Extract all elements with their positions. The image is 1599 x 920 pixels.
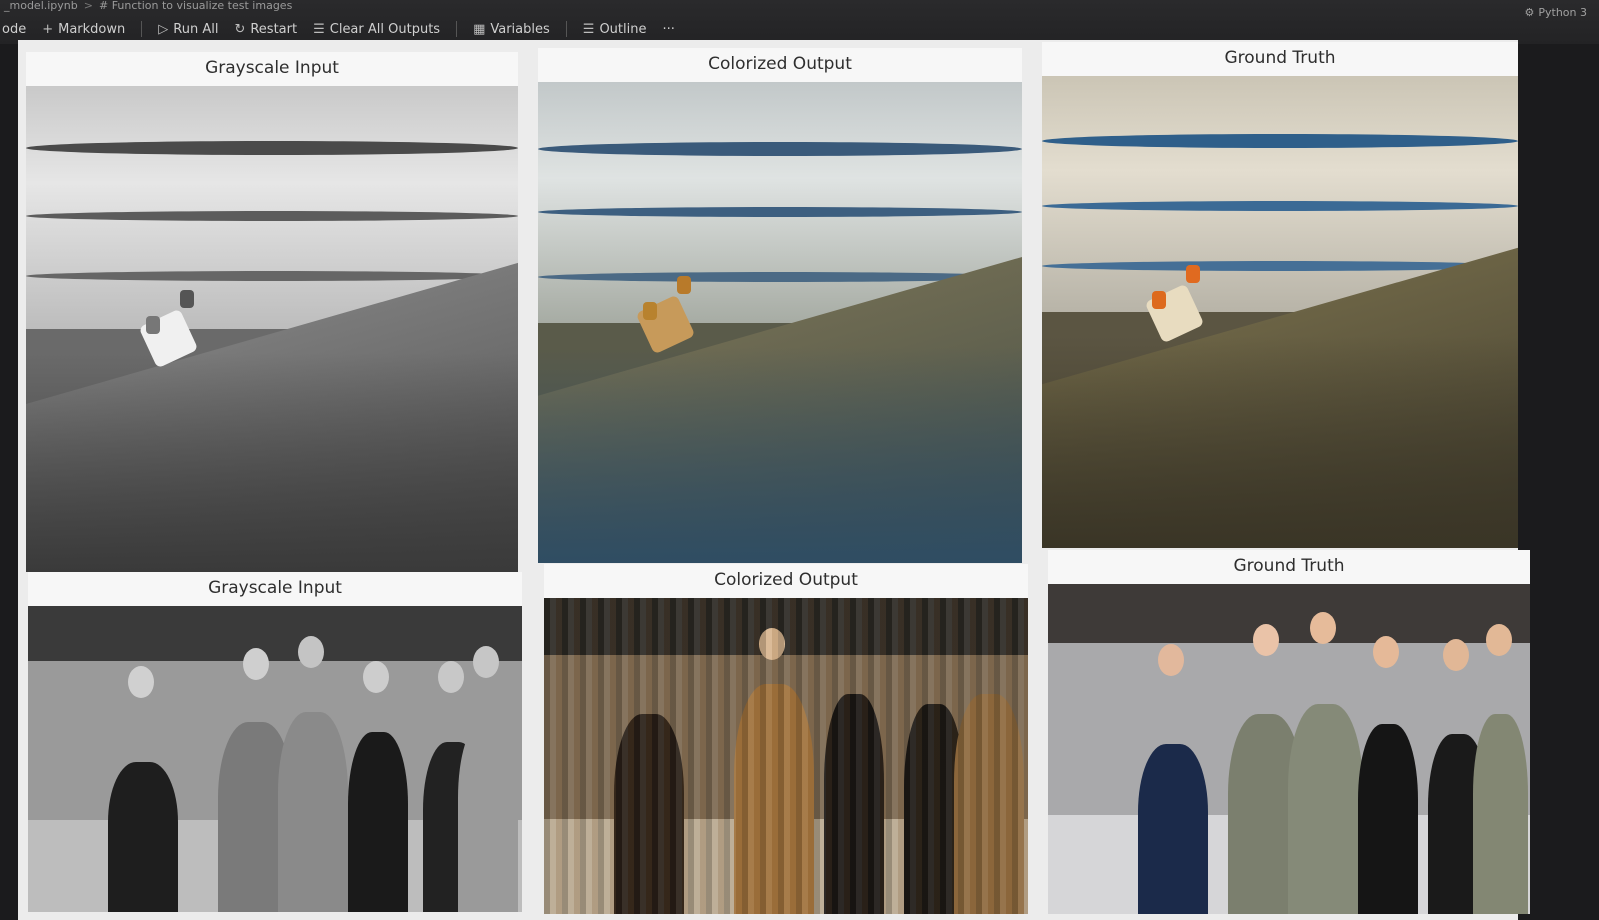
panel-ground-truth: Ground Truth <box>1048 550 1530 914</box>
more-icon: ··· <box>662 21 675 37</box>
kernel-label: Python 3 <box>1538 6 1587 19</box>
people-grayscale-image <box>28 606 522 912</box>
panel-title: Ground Truth <box>1224 48 1336 68</box>
panel-title: Colorized Output <box>714 570 858 590</box>
panel-colorized-output: Colorized Output <box>538 48 1022 563</box>
list-icon: ☰ <box>582 21 595 37</box>
panel-title: Ground Truth <box>1233 556 1345 576</box>
beach-ground-truth-image <box>1042 76 1518 548</box>
notebook-toolbar-area: _model.ipynb > # Function to visualize t… <box>0 0 1599 44</box>
clear-outputs-button[interactable]: ☰ Clear All Outputs <box>313 22 440 37</box>
code-button[interactable]: ode <box>2 22 26 37</box>
restart-button[interactable]: ↻ Restart <box>234 22 297 37</box>
restart-label: Restart <box>250 21 298 37</box>
panel-grayscale-input: Grayscale Input <box>26 52 518 572</box>
breadcrumb-separator: > <box>83 0 93 12</box>
add-markdown-button[interactable]: + Markdown <box>42 22 125 37</box>
beach-colorized-image <box>538 82 1022 563</box>
outline-label: Outline <box>599 21 647 37</box>
panel-colorized-output: Colorized Output <box>544 564 1028 914</box>
panel-grayscale-input: Grayscale Input <box>28 572 522 912</box>
people-colorized-image <box>544 598 1028 914</box>
kernel-icon: ⚙ <box>1524 6 1535 19</box>
plus-icon: + <box>42 21 54 37</box>
kernel-picker[interactable]: ⚙ Python 3 <box>1525 6 1588 19</box>
play-icon: ▷ <box>158 21 169 37</box>
code-label: ode <box>2 21 27 37</box>
variables-label: Variables <box>490 21 550 37</box>
variables-icon: ▦ <box>473 21 486 37</box>
people-ground-truth-image <box>1048 584 1530 914</box>
run-all-label: Run All <box>173 21 219 37</box>
markdown-label: Markdown <box>58 21 126 37</box>
toolbar-divider <box>565 21 567 37</box>
restart-icon: ↻ <box>234 21 246 37</box>
breadcrumb: _model.ipynb > # Function to visualize t… <box>0 0 524 14</box>
notebook-toolbar: ode + Markdown ▷ Run All ↻ Restart ☰ Cle… <box>0 15 902 43</box>
beach-grayscale-image <box>26 86 518 572</box>
panel-title: Grayscale Input <box>205 58 339 78</box>
variables-button[interactable]: ▦ Variables <box>473 22 550 37</box>
toolbar-divider <box>456 21 458 37</box>
clear-icon: ☰ <box>313 21 325 37</box>
cell-output: Grayscale Input Colorized Output Ground … <box>18 40 1530 920</box>
breadcrumb-cell[interactable]: # Function to visualize test images <box>99 0 292 14</box>
panel-ground-truth: Ground Truth <box>1042 42 1518 548</box>
toolbar-divider <box>141 21 143 37</box>
breadcrumb-file[interactable]: _model.ipynb <box>4 0 78 14</box>
more-actions-button[interactable]: ··· <box>662 22 674 37</box>
outline-button[interactable]: ☰ Outline <box>583 22 647 37</box>
clear-label: Clear All Outputs <box>329 21 441 37</box>
panel-title: Colorized Output <box>708 54 852 74</box>
panel-title: Grayscale Input <box>208 578 342 598</box>
run-all-button[interactable]: ▷ Run All <box>158 22 218 37</box>
